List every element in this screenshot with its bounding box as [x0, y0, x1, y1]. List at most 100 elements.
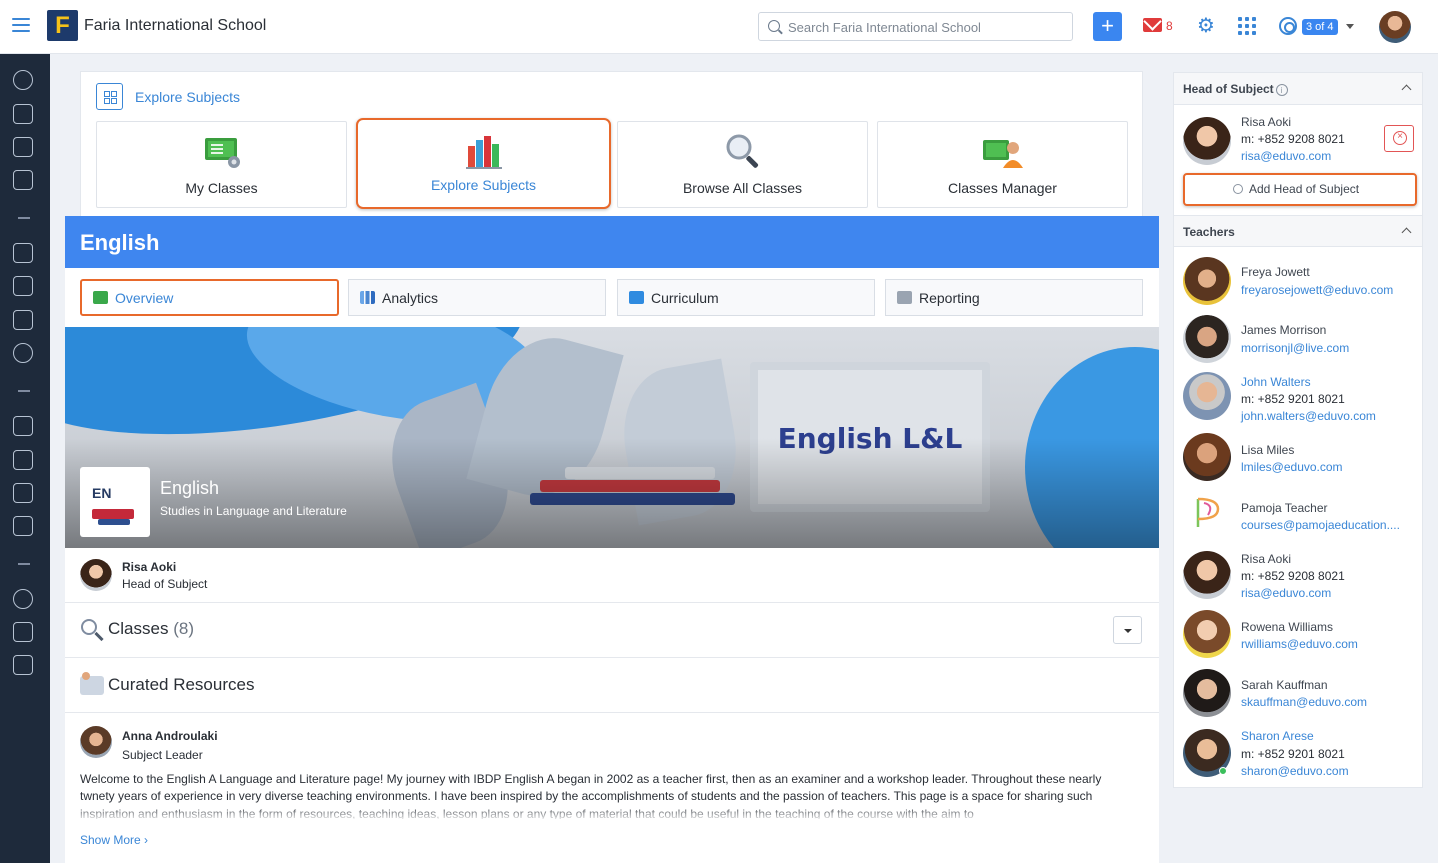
avatar[interactable]: [1183, 551, 1231, 599]
dashboard-icon[interactable]: [13, 70, 33, 90]
avatar[interactable]: [1183, 257, 1231, 305]
subject-tab-bar: Overview Analytics Curriculum Reporting: [65, 268, 1159, 327]
cube-icon[interactable]: [13, 310, 33, 330]
teacher-email[interactable]: rwilliams@eduvo.com: [1241, 637, 1358, 651]
gear-icon[interactable]: ⚙: [1196, 16, 1216, 36]
classes-icon[interactable]: [13, 243, 33, 263]
avatar[interactable]: [1183, 669, 1231, 717]
search-input[interactable]: [788, 18, 1058, 36]
hos-card-name[interactable]: Risa Aoki: [1241, 115, 1291, 129]
tab-analytics[interactable]: Analytics: [348, 279, 606, 316]
hos-name[interactable]: Risa Aoki: [122, 560, 176, 574]
teacher-icon[interactable]: [13, 276, 33, 296]
subject-banner: English: [65, 216, 1159, 268]
chevron-up-icon[interactable]: [1401, 84, 1412, 95]
explore-header-title[interactable]: Explore Subjects: [135, 89, 240, 105]
teachers-panel-header[interactable]: Teachers: [1174, 215, 1422, 247]
add-button[interactable]: +: [1093, 12, 1122, 41]
network-icon[interactable]: [13, 589, 33, 609]
account-caret-down-icon[interactable]: [1346, 24, 1354, 29]
reporting-icon: [897, 291, 912, 304]
avatar[interactable]: [1183, 117, 1231, 165]
hos-panel-header[interactable]: Head of Subject i: [1174, 73, 1422, 105]
tile-explore-subjects[interactable]: Explore Subjects: [356, 118, 611, 209]
avatar[interactable]: [80, 726, 112, 758]
hamburger-menu-icon[interactable]: [12, 18, 30, 32]
rail-divider: [18, 563, 30, 565]
rail-divider: [18, 390, 30, 392]
teacher-name[interactable]: John Walters: [1241, 375, 1311, 389]
teacher-name[interactable]: Lisa Miles: [1241, 443, 1294, 457]
show-more-link[interactable]: Show More ›: [80, 833, 148, 847]
home-icon[interactable]: [13, 104, 33, 124]
magnifier-icon: [81, 619, 97, 635]
tab-reporting[interactable]: Reporting: [885, 279, 1143, 316]
tab-curriculum[interactable]: Curriculum: [617, 279, 875, 316]
school-logo[interactable]: F: [47, 10, 78, 41]
magnifier-icon: [726, 134, 758, 168]
top-bar: F Faria International School + 8 ⚙ 3 of …: [0, 0, 1438, 54]
hos-panel-title-text: Head of Subject: [1183, 82, 1274, 96]
classes-count: (8): [173, 619, 194, 638]
avatar[interactable]: [1183, 315, 1231, 363]
apps-grid-icon[interactable]: [1238, 17, 1256, 35]
subject-people-panel: Head of Subject i Risa Aoki m: +852 9208 …: [1173, 72, 1423, 788]
chevron-up-icon[interactable]: [1401, 227, 1412, 238]
tile-label: Classes Manager: [948, 180, 1057, 196]
teacher-email[interactable]: courses@pamojaeducation....: [1241, 518, 1400, 532]
avatar[interactable]: [80, 559, 112, 591]
avatar[interactable]: [1183, 372, 1231, 420]
teacher-name[interactable]: Pamoja Teacher: [1241, 501, 1328, 515]
mail-icon[interactable]: [1143, 18, 1162, 32]
teacher-name[interactable]: James Morrison: [1241, 323, 1326, 337]
tile-classes-manager[interactable]: Classes Manager: [877, 121, 1128, 208]
avatar[interactable]: [1183, 610, 1231, 658]
hos-card-email[interactable]: risa@eduvo.com: [1241, 149, 1331, 163]
add-head-of-subject-button[interactable]: Add Head of Subject: [1183, 173, 1417, 206]
account-pager-badge[interactable]: 3 of 4: [1302, 19, 1338, 35]
curated-resources-section: Curated Resources: [65, 658, 1159, 713]
pamoja-logo-icon[interactable]: [1188, 493, 1228, 533]
people-icon[interactable]: [13, 343, 33, 363]
avatar[interactable]: [1183, 433, 1231, 481]
classes-dropdown-button[interactable]: [1113, 616, 1142, 644]
school-name[interactable]: Faria International School: [84, 17, 266, 35]
teacher-email[interactable]: morrisonjl@live.com: [1241, 341, 1349, 355]
teacher-name[interactable]: Rowena Williams: [1241, 620, 1333, 634]
mail-count-badge[interactable]: 8: [1166, 19, 1173, 33]
post-author[interactable]: Anna Androulaki: [122, 729, 218, 743]
teacher-name[interactable]: Sarah Kauffman: [1241, 678, 1328, 692]
curriculum-icon: [629, 291, 644, 304]
teacher-email[interactable]: risa@eduvo.com: [1241, 586, 1331, 600]
info-icon[interactable]: i: [1275, 83, 1288, 96]
teachers-panel-title: Teachers: [1183, 225, 1235, 239]
account-switch-icon[interactable]: [1279, 17, 1297, 35]
teacher-email[interactable]: john.walters@eduvo.com: [1241, 409, 1376, 423]
teacher-email[interactable]: lmiles@eduvo.com: [1241, 460, 1343, 474]
remove-hos-button[interactable]: [1384, 125, 1414, 152]
briefcase-icon[interactable]: [13, 170, 33, 190]
tab-label: Curriculum: [651, 290, 719, 306]
teacher-name[interactable]: Freya Jowett: [1241, 265, 1310, 279]
user-avatar[interactable]: [1379, 11, 1411, 43]
flag-icon[interactable]: [13, 655, 33, 675]
tile-browse-all-classes[interactable]: Browse All Classes: [617, 121, 868, 208]
analytics-icon[interactable]: [13, 516, 33, 536]
chart-icon[interactable]: [13, 137, 33, 157]
teacher-email[interactable]: freyarosejowett@eduvo.com: [1241, 283, 1393, 297]
grid-view-icon[interactable]: [96, 83, 123, 110]
map-icon[interactable]: [13, 483, 33, 503]
teacher-email[interactable]: skauffman@eduvo.com: [1241, 695, 1367, 709]
post-fade: [80, 805, 1140, 821]
classes-section[interactable]: Classes (8): [65, 603, 1159, 658]
badge-book: [92, 509, 134, 519]
teacher-name[interactable]: Risa Aoki: [1241, 552, 1291, 566]
documents-icon[interactable]: [13, 450, 33, 470]
search-box[interactable]: [758, 12, 1073, 41]
tab-overview[interactable]: Overview: [80, 279, 339, 316]
tile-my-classes[interactable]: My Classes: [96, 121, 347, 208]
calendar-icon[interactable]: [13, 416, 33, 436]
teacher-name[interactable]: Sharon Arese: [1241, 729, 1314, 743]
teacher-email[interactable]: sharon@eduvo.com: [1241, 764, 1349, 778]
mountains-icon[interactable]: [13, 622, 33, 642]
